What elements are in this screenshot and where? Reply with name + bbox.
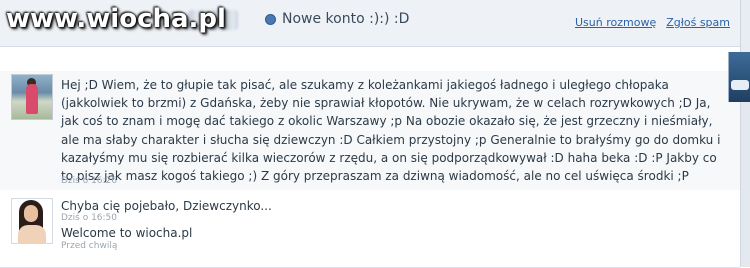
message-time-1: Dziś o 16:26 (61, 176, 118, 186)
watermark-logo: www.wiocha.pl (6, 4, 226, 34)
conversation-title: Nowe konto :):) :D (282, 11, 410, 27)
conversation-title-wrap: Nowe konto :):) :D (265, 11, 409, 27)
conversation-panel: Nowe konto :):) :D Usuń rozmowę Zgłoś sp… (0, 0, 741, 268)
message-time-2b: Przed chwilą (61, 241, 118, 251)
avatar-sender[interactable] (11, 74, 53, 120)
message-text-2b: Welcome to wiocha.pl (61, 226, 193, 240)
delete-conversation-link[interactable]: Usuń rozmowę (575, 16, 656, 29)
scrollbar-track[interactable] (741, 102, 750, 267)
status-dot-icon (265, 13, 276, 25)
car-thumbnail-icon (731, 80, 749, 90)
avatar-figure (26, 84, 38, 114)
avatar-face (24, 205, 38, 222)
side-thumbnail (728, 52, 750, 102)
message-time-2a: Dziś o 16:50 (61, 213, 118, 223)
message-text-1: Hej ;D Wiem, że to głupie tak pisać, ale… (61, 78, 721, 184)
report-spam-link[interactable]: Zgłoś spam (666, 16, 730, 29)
avatar-body (18, 225, 46, 243)
conversation-actions: Usuń rozmowę Zgłoś spam (575, 16, 730, 29)
message-text-2a: Chyba cię pojebało, Dziewczynko... (61, 199, 272, 213)
avatar-reply[interactable] (11, 198, 53, 244)
